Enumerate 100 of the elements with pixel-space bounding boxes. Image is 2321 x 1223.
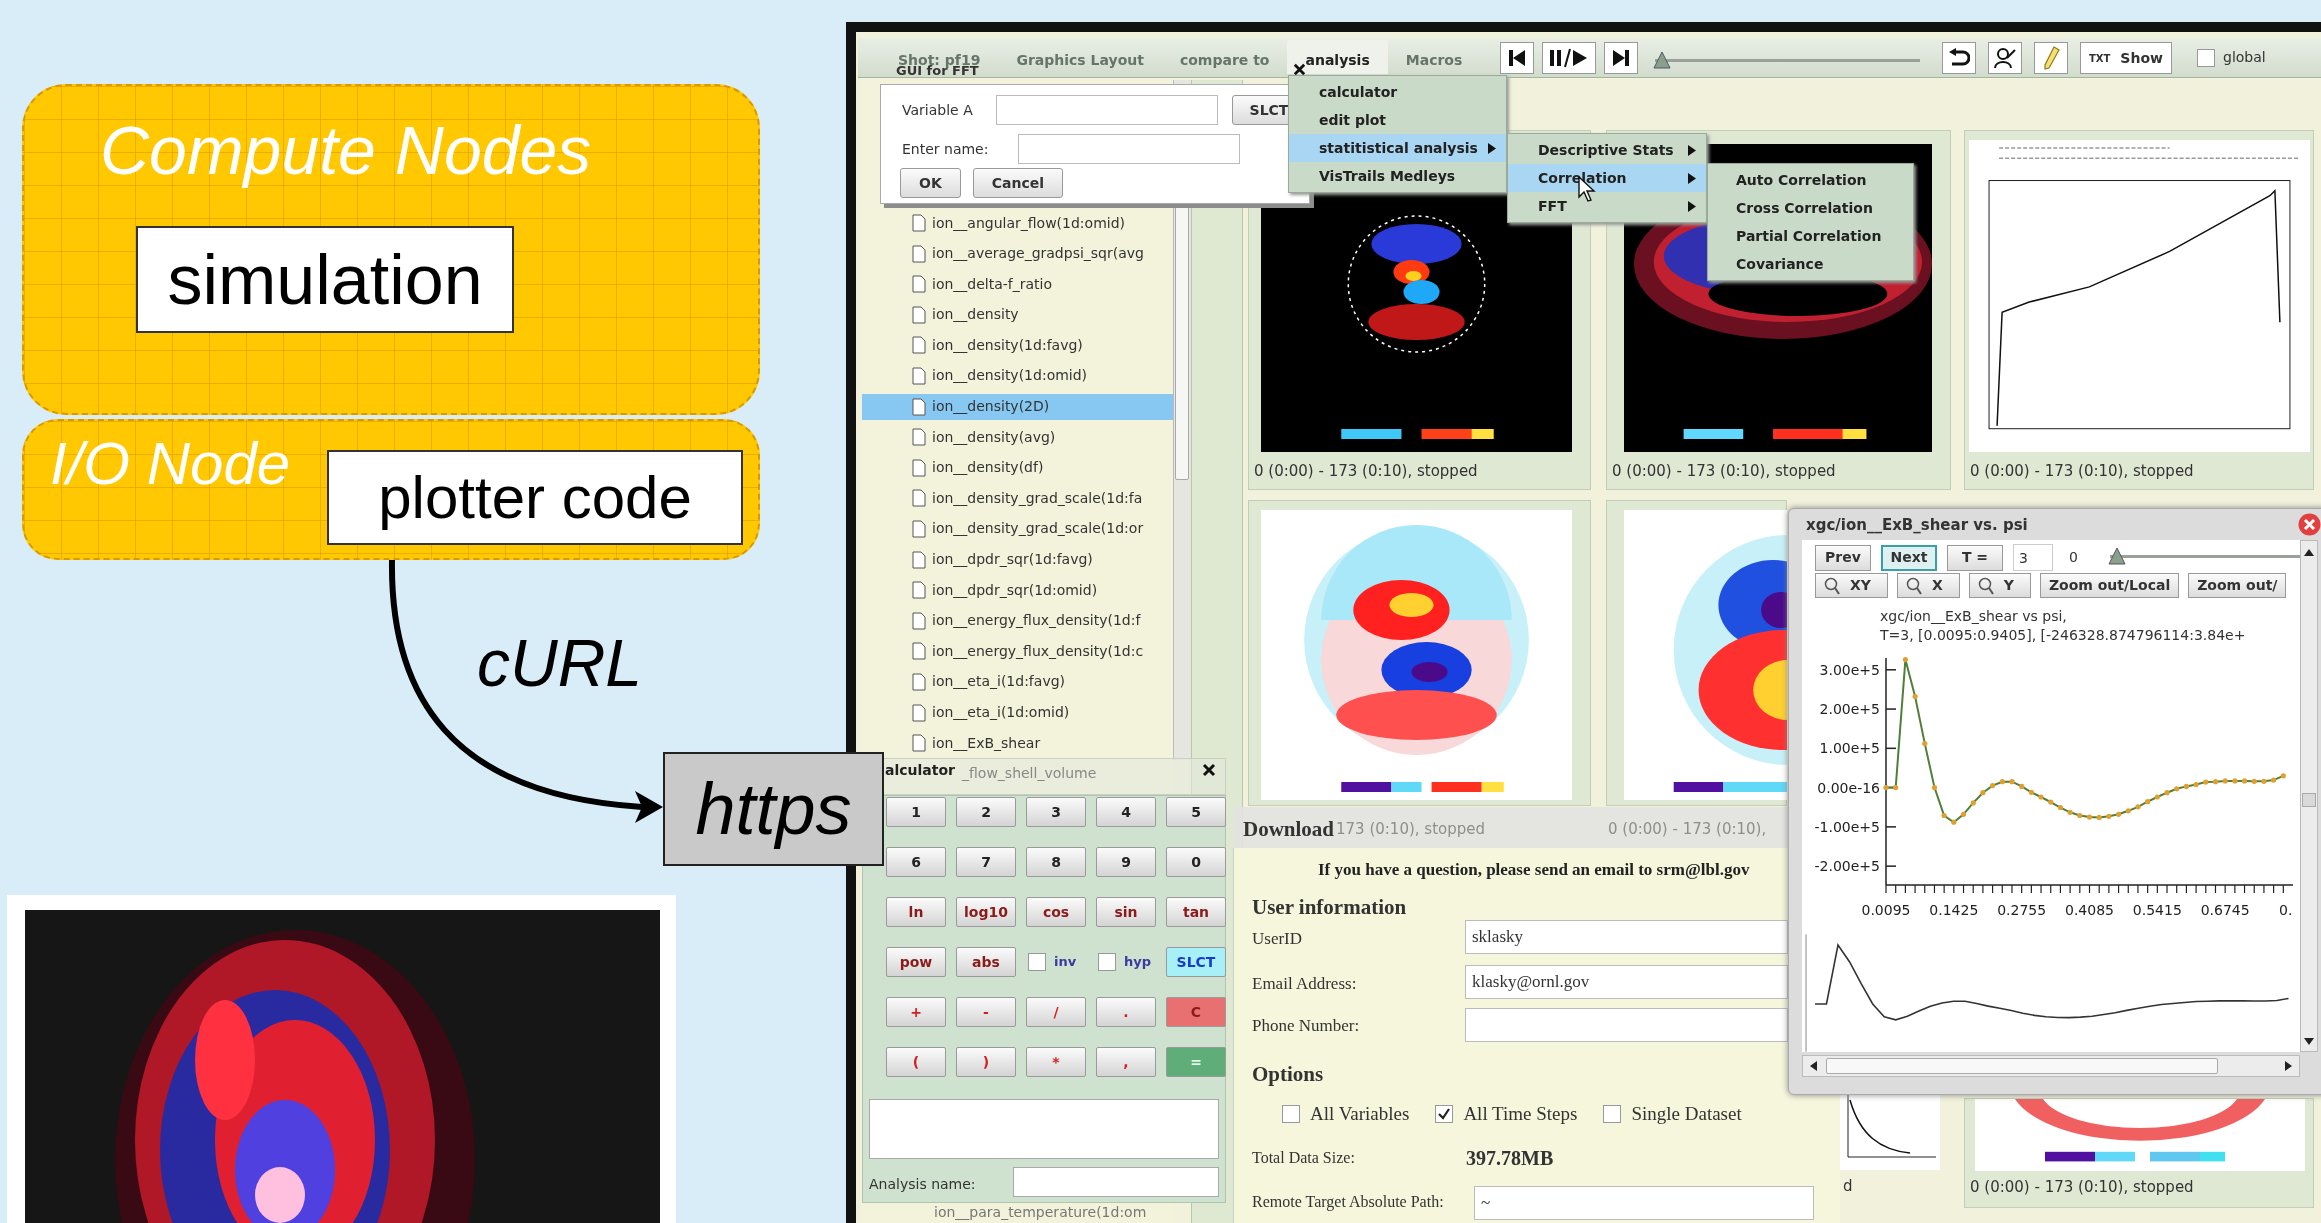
tree-item[interactable]: ion__energy_flux_density(1d:c <box>862 638 1173 665</box>
tree-item[interactable]: ion__average_gradpsi_sqr(avg <box>862 240 1173 267</box>
calculator-key[interactable]: * <box>1026 1047 1086 1077</box>
close-icon[interactable] <box>1292 62 1307 77</box>
calculator-key[interactable]: + <box>886 997 946 1027</box>
calculator-key[interactable]: 8 <box>1026 847 1086 877</box>
tree-item[interactable]: ion__eta_i(1d:omid) <box>862 699 1173 726</box>
thumbnail-card[interactable]: 0 (0:00) - 173 (0:10), stopped <box>1964 1098 2314 1208</box>
input-field[interactable] <box>996 95 1218 125</box>
calculator-key[interactable]: 7 <box>956 847 1016 877</box>
calculator-key[interactable]: 5 <box>1166 797 1226 827</box>
zoom-button[interactable]: X <box>1896 573 1960 598</box>
calculator-key[interactable]: 1 <box>886 797 946 827</box>
tree-item[interactable]: ion__density(2D) <box>862 393 1173 420</box>
nav-button[interactable]: T = <box>1947 544 2003 571</box>
zoom-button[interactable]: Zoom out/Local <box>2039 573 2180 598</box>
tree-item[interactable]: ion__delta-f_ratio <box>862 271 1173 298</box>
nav-button[interactable]: Prev <box>1815 544 1871 571</box>
tree-item[interactable]: ion__density(avg) <box>862 424 1173 451</box>
calculator-key[interactable]: 4 <box>1096 797 1156 827</box>
checkbox[interactable] <box>1098 953 1116 971</box>
nav-button[interactable]: Next <box>1881 544 1937 571</box>
calculator-key[interactable]: 0 <box>1166 847 1226 877</box>
checkbox[interactable] <box>1028 953 1046 971</box>
scrollbar-thumb[interactable] <box>1826 1058 2218 1074</box>
checkbox[interactable] <box>1603 1105 1622 1124</box>
calculator-key[interactable]: ) <box>956 1047 1016 1077</box>
zoom-button[interactable]: Zoom out/ <box>2188 573 2287 598</box>
calculator-key[interactable]: SLCT <box>1166 947 1226 977</box>
menu-item[interactable]: statitistical analysis <box>1289 134 1506 162</box>
input-field[interactable]: 3 <box>2013 544 2053 571</box>
calculator-key[interactable]: . <box>1096 997 1156 1027</box>
user-search-button[interactable] <box>1988 42 2022 74</box>
zoom-button[interactable]: Y <box>1968 573 2031 598</box>
input-field[interactable]: ~ <box>1474 1186 1814 1220</box>
menu-item[interactable]: Partial Correlation <box>1708 222 1913 250</box>
calculator-key[interactable]: ln <box>886 897 946 927</box>
menu-item[interactable]: Auto Correlation <box>1708 166 1913 194</box>
tree-item[interactable]: ion__energy_flux_density(1d:f <box>862 607 1173 634</box>
calculator-key[interactable]: cos <box>1026 897 1086 927</box>
slider[interactable] <box>2110 546 2300 566</box>
scroll-up-icon[interactable] <box>2303 547 2315 557</box>
calculator-key[interactable]: tan <box>1166 897 1226 927</box>
tree-item[interactable]: ion__angular_flow(1d:omid) <box>862 210 1173 236</box>
calculator-key[interactable]: , <box>1096 1047 1156 1077</box>
skip-forward-button[interactable] <box>1604 42 1638 74</box>
tree-item[interactable]: ion__density <box>862 301 1173 328</box>
menu-item[interactable]: Cross Correlation <box>1708 194 1913 222</box>
input-field[interactable] <box>1018 134 1240 164</box>
scrollbar[interactable] <box>1802 1055 2300 1077</box>
tree-item[interactable]: ion__eta_i(1d:favg) <box>862 668 1173 695</box>
menu-tab[interactable]: Macros <box>1387 40 1481 74</box>
menu-item[interactable]: Covariance <box>1708 250 1913 278</box>
input-field[interactable]: sklasky <box>1465 920 1788 954</box>
slider[interactable] <box>1655 50 1920 70</box>
calculator-key[interactable]: 2 <box>956 797 1016 827</box>
tree-item[interactable]: ion__para_temperature(1d:om <box>934 1205 1147 1219</box>
scroll-down-icon[interactable] <box>2303 1037 2315 1047</box>
menu-tab[interactable]: analysis <box>1287 40 1388 74</box>
scroll-left-icon[interactable] <box>1808 1060 1818 1072</box>
dialog-button[interactable]: OK <box>900 168 961 198</box>
tree-item[interactable]: ion__density_grad_scale(1d:fa <box>862 485 1173 512</box>
thumbnail-card[interactable]: 0 (0:00) - 173 (0:10), stopped <box>1964 130 2314 490</box>
slider-thumb[interactable] <box>1653 51 1671 69</box>
scrollbar[interactable] <box>2300 540 2318 1052</box>
menu-item[interactable]: VisTrails Medleys <box>1289 162 1506 190</box>
show-button[interactable]: TXT Show <box>2080 42 2172 74</box>
tree-item[interactable]: ion__dpdr_sqr(1d:omid) <box>862 577 1173 604</box>
calculator-key[interactable]: abs <box>956 947 1016 977</box>
calculator-key[interactable]: / <box>1026 997 1086 1027</box>
skip-back-button[interactable] <box>1500 42 1534 74</box>
calculator-key[interactable]: 3 <box>1026 797 1086 827</box>
play-pause-button[interactable] <box>1542 42 1596 74</box>
slider-thumb[interactable] <box>2108 547 2126 565</box>
menu-item[interactable]: Correlation <box>1508 164 1706 192</box>
tree-item[interactable]: ion__density(df) <box>862 454 1173 481</box>
zoom-button[interactable]: XY <box>1815 573 1888 598</box>
calculator-key[interactable]: - <box>956 997 1016 1027</box>
tree-item[interactable]: ion__density(1d:omid) <box>862 362 1173 389</box>
dialog-button[interactable]: Cancel <box>972 168 1064 198</box>
calculator-key[interactable]: 9 <box>1096 847 1156 877</box>
tree-item[interactable]: ion__dpdr_sqr(1d:favg) <box>862 546 1173 573</box>
scrollbar-thumb[interactable] <box>2302 793 2316 807</box>
calculator-key[interactable]: 6 <box>886 847 946 877</box>
input-field[interactable]: klasky@ornl.gov <box>1465 965 1788 999</box>
pencil-button[interactable] <box>2034 42 2068 74</box>
close-icon[interactable] <box>1201 762 1217 778</box>
menu-tab[interactable]: Graphics Layout <box>998 40 1162 74</box>
tree-item[interactable]: ion__density(1d:favg) <box>862 332 1173 359</box>
menu-tab[interactable]: compare to <box>1161 40 1288 74</box>
scroll-right-icon[interactable] <box>2284 1060 2294 1072</box>
input-field[interactable] <box>1013 1167 1219 1197</box>
calculator-key[interactable]: ( <box>886 1047 946 1077</box>
checkbox[interactable] <box>1435 1105 1454 1124</box>
input-field[interactable] <box>1465 1008 1788 1042</box>
tree-item[interactable]: ion__density_grad_scale(1d:or <box>862 515 1173 542</box>
calculator-key[interactable]: pow <box>886 947 946 977</box>
calculator-key[interactable]: sin <box>1096 897 1156 927</box>
checkbox[interactable] <box>1282 1105 1300 1124</box>
calculator-key[interactable]: log10 <box>956 897 1016 927</box>
